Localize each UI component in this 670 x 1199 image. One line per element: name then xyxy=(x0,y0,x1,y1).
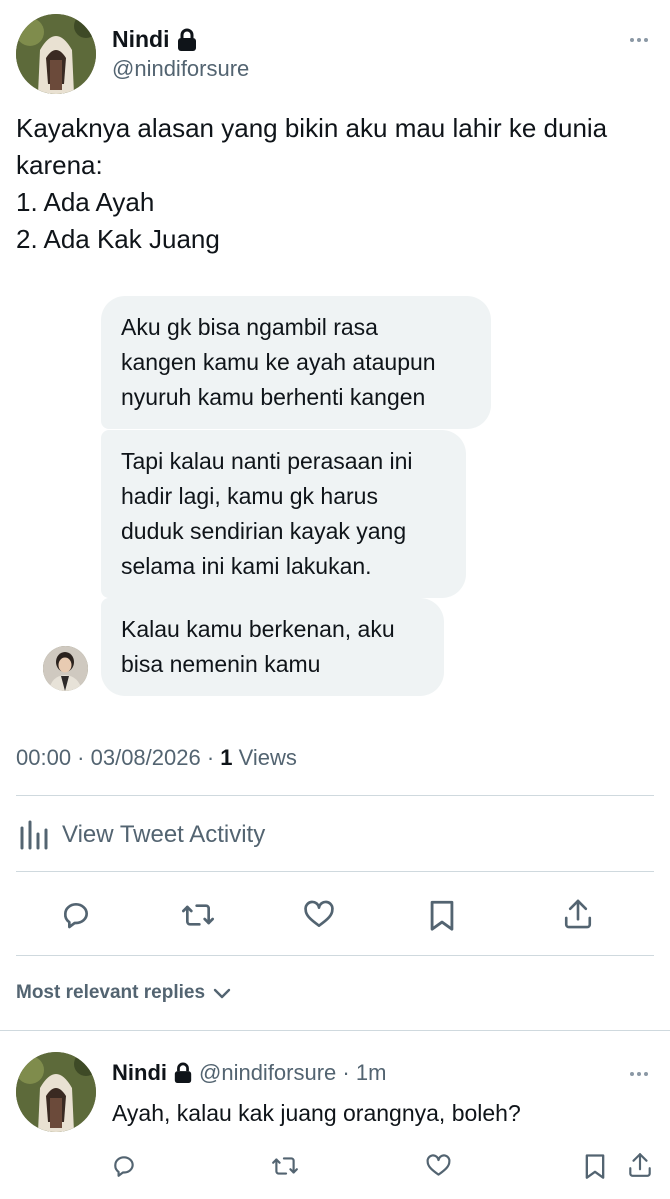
chat-bubble-3: Kalau kamu berkenan, aku bisa nemenin ka… xyxy=(101,598,444,696)
reply-like-icon[interactable] xyxy=(422,1150,454,1182)
reply-author-handle[interactable]: @nindiforsure xyxy=(199,1060,336,1085)
divider xyxy=(0,1030,670,1031)
chat-bubble-1: Aku gk bisa ngambil rasa kangen kamu ke … xyxy=(101,296,491,429)
tweet-text-line: 2. Ada Kak Juang xyxy=(16,224,220,254)
chat-line: duduk sendirian kayak yang xyxy=(121,518,407,544)
chat-line: hadir lagi, kamu gk harus xyxy=(121,483,378,509)
chat-avatar xyxy=(43,646,88,691)
tweet-meta: 00:00 · 03/08/2026 · 1 Views xyxy=(16,745,297,771)
view-activity-label[interactable]: View Tweet Activity xyxy=(62,821,265,849)
more-options-icon[interactable] xyxy=(630,38,648,42)
chat-bubble-2: Tapi kalau nanti perasaan ini hadir lagi… xyxy=(101,430,466,598)
chat-line: Tapi kalau nanti perasaan ini xyxy=(121,448,413,474)
reply-author-name[interactable]: Nindi xyxy=(112,1060,167,1086)
reply-separator: · xyxy=(336,1060,356,1085)
tweet-text-line: 1. Ada Ayah xyxy=(16,187,155,217)
reply-header: Nindi @nindiforsure · 1m xyxy=(112,1060,386,1086)
lock-icon xyxy=(176,28,198,52)
view-activity-button[interactable]: View Tweet Activity xyxy=(18,815,265,855)
reply-more-options-icon[interactable] xyxy=(630,1072,648,1076)
bookmark-icon[interactable] xyxy=(422,895,462,935)
reply-reply-icon[interactable] xyxy=(108,1150,140,1182)
reply-bookmark-icon[interactable] xyxy=(580,1150,610,1182)
chat-line: Kalau kamu berkenan, aku xyxy=(121,616,395,642)
divider xyxy=(16,871,654,872)
retweet-icon[interactable] xyxy=(176,895,220,935)
chat-line: Aku gk bisa ngambil rasa xyxy=(121,314,378,340)
reply-timestamp[interactable]: 1m xyxy=(356,1060,387,1085)
author-handle[interactable]: @nindiforsure xyxy=(112,56,249,82)
divider xyxy=(16,955,654,956)
reply-icon[interactable] xyxy=(56,895,96,935)
reply-author-avatar[interactable] xyxy=(16,1052,96,1132)
tweet-timestamp[interactable]: 00:00 · 03/08/2026 · xyxy=(16,745,220,770)
like-icon[interactable] xyxy=(298,895,340,935)
chevron-down-icon xyxy=(213,987,231,999)
analytics-icon xyxy=(18,818,50,852)
tweet-text-line: karena: xyxy=(16,150,103,180)
views-label: Views xyxy=(232,745,297,770)
share-icon[interactable] xyxy=(558,893,598,935)
chat-line: nyuruh kamu berhenti kangen xyxy=(121,384,426,410)
divider xyxy=(16,795,654,796)
reply-share-icon[interactable] xyxy=(624,1148,656,1182)
reply-retweet-icon[interactable] xyxy=(268,1150,302,1182)
author-avatar[interactable] xyxy=(16,14,96,94)
replies-sort-label[interactable]: Most relevant replies xyxy=(16,982,205,1004)
chat-line: bisa nemenin kamu xyxy=(121,651,321,677)
replies-sort-dropdown[interactable]: Most relevant replies xyxy=(16,982,231,1004)
views-count: 1 xyxy=(220,745,233,770)
chat-line: kangen kamu ke ayah ataupun xyxy=(121,349,436,375)
tweet-text: Kayaknya alasan yang bikin aku mau lahir… xyxy=(16,110,607,258)
chat-line: selama ini kami lakukan. xyxy=(121,553,372,579)
author-name-text[interactable]: Nindi xyxy=(112,26,170,53)
lock-icon xyxy=(173,1062,193,1084)
author-name[interactable]: Nindi xyxy=(112,26,198,53)
tweet-text-line: Kayaknya alasan yang bikin aku mau lahir… xyxy=(16,113,608,143)
reply-text: Ayah, kalau kak juang orangnya, boleh? xyxy=(112,1100,521,1126)
